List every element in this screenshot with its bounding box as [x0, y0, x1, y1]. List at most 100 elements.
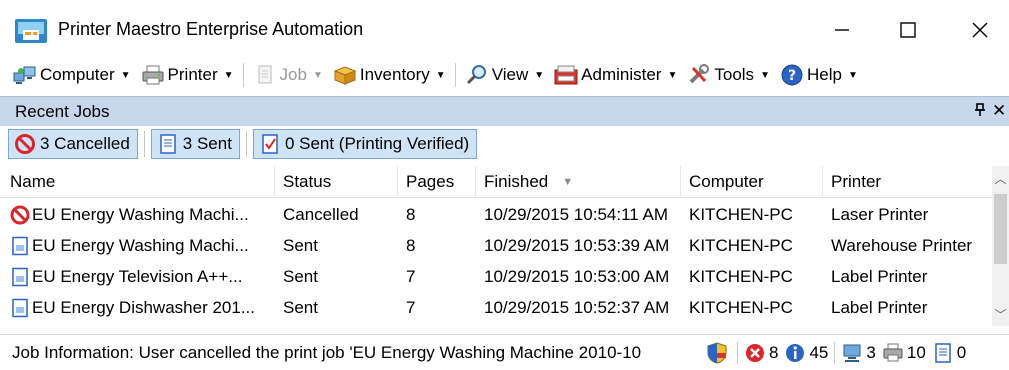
cell-printer: Warehouse Printer [831, 235, 973, 255]
status-documents[interactable]: 0 [932, 342, 966, 364]
scroll-thumb[interactable] [994, 194, 1007, 264]
cell-status: Cancelled [283, 204, 359, 224]
cell-computer: KITCHEN-PC [689, 235, 793, 255]
app-window: Printer Maestro Enterprise Automation Co… [0, 0, 1009, 370]
job-menu[interactable]: Job ▼ [250, 60, 326, 90]
job-name: EU Energy Television A++... [32, 266, 243, 286]
computer-menu-label: Computer [40, 65, 115, 84]
column-header-printer[interactable]: Printer [823, 166, 992, 198]
cancelled-icon [14, 133, 36, 155]
filter-cancelled-label: 3 Cancelled [40, 134, 130, 153]
cell-pages: 7 [406, 266, 416, 286]
filter-verified-button[interactable]: 0 Sent (Printing Verified) [252, 129, 478, 159]
chevron-down-icon: ▼ [760, 69, 770, 81]
chevron-down-icon: ▼ [534, 69, 545, 81]
status-printers[interactable]: 10 [882, 342, 926, 364]
grid-header: Name Status Pages Finished ▼ Computer Pri… [0, 166, 992, 198]
printer-menu-label: Printer [167, 65, 218, 84]
sent-document-icon [10, 236, 30, 256]
cell-pages: 7 [406, 297, 416, 317]
document-count: 0 [956, 343, 967, 362]
maximize-button[interactable] [878, 10, 938, 50]
cell-status: Sent [283, 266, 318, 286]
cell-pages: 8 [406, 235, 416, 255]
filter-separator [143, 131, 145, 157]
printer-menu[interactable]: Printer ▼ [138, 60, 237, 90]
printer-maestro-logo-icon [14, 18, 48, 44]
scroll-up-icon[interactable]: ︿ [992, 170, 1009, 188]
toolbar-separator [242, 63, 244, 87]
window-title: Printer Maestro Enterprise Automation [58, 19, 364, 39]
administer-menu-label: Administer [581, 65, 662, 84]
minimize-button[interactable] [812, 10, 872, 50]
cell-name: EU Energy Washing Machi... [0, 230, 275, 261]
column-header-status[interactable]: Status [275, 166, 398, 198]
help-icon: ? [780, 64, 804, 86]
column-header-printer-label: Printer [831, 172, 882, 191]
main-toolbar: Computer ▼ Printer ▼ Job ▼ Inventory ▼ V… [0, 58, 1009, 92]
filter-cancelled-button[interactable]: 3 Cancelled [8, 129, 138, 159]
grid-vertical-scrollbar[interactable]: ︿ ﹀ [992, 166, 1009, 326]
tools-menu[interactable]: Tools ▼ [684, 60, 773, 90]
error-count: 8 [769, 343, 779, 362]
scroll-down-icon[interactable]: ﹀ [992, 306, 1009, 324]
help-menu[interactable]: ? Help ▼ [777, 60, 861, 90]
column-header-name-label: Name [10, 172, 56, 191]
administer-menu[interactable]: Administer ▼ [551, 60, 680, 90]
column-header-finished[interactable]: Finished ▼ [476, 166, 681, 198]
column-header-name[interactable]: Name [0, 166, 275, 198]
cell-finished: 10/29/2015 10:53:00 AM [484, 266, 670, 286]
computer-menu[interactable]: Computer ▼ [10, 60, 134, 90]
status-shield[interactable] [706, 342, 731, 364]
tools-menu-label: Tools [714, 65, 755, 84]
sent-document-icon [157, 133, 179, 155]
toolbar-separator [454, 63, 456, 87]
status-errors[interactable]: 8 [744, 342, 778, 364]
cell-printer: Laser Printer [831, 204, 929, 224]
cell-name: EU Energy Television A++... [0, 261, 275, 292]
table-row[interactable]: EU Energy Dishwasher 201... Sent 7 10/29… [0, 292, 992, 323]
chevron-down-icon: ▼ [847, 69, 858, 81]
cell-printer: Label Printer [831, 297, 928, 317]
view-menu[interactable]: View ▼ [462, 60, 547, 90]
status-info[interactable]: 45 [784, 342, 828, 364]
sort-descending-icon: ▼ [562, 176, 574, 188]
verified-document-icon [259, 133, 281, 155]
cell-finished: 10/29/2015 10:52:37 AM [484, 297, 670, 317]
inventory-menu[interactable]: Inventory ▼ [330, 60, 449, 90]
column-header-computer[interactable]: Computer [681, 166, 823, 198]
job-menu-label: Job [279, 65, 307, 84]
job-icon [253, 64, 277, 86]
cell-computer: KITCHEN-PC [689, 297, 793, 317]
chevron-down-icon: ▼ [223, 69, 234, 81]
table-row[interactable]: EU Energy Television A++... Sent 7 10/29… [0, 261, 992, 292]
column-header-computer-label: Computer [689, 172, 764, 191]
administer-icon [554, 64, 578, 86]
cell-computer: KITCHEN-PC [689, 204, 793, 224]
pin-icon[interactable] [974, 103, 986, 120]
filter-sent-label: 3 Sent [182, 134, 232, 153]
close-window-button[interactable] [950, 10, 1009, 50]
status-computers[interactable]: 3 [841, 342, 876, 364]
cell-finished: 10/29/2015 10:53:39 AM [484, 235, 670, 255]
filter-separator [245, 131, 247, 157]
pane-close-button[interactable]: ✕ [992, 101, 1006, 121]
table-row[interactable]: EU Energy Washing Machi... Cancelled 8 1… [0, 199, 992, 230]
job-filter-bar: 3 Cancelled 3 Sent 0 Sent (Printing Veri… [0, 126, 1009, 162]
info-count: 45 [809, 343, 829, 362]
filter-sent-button[interactable]: 3 Sent [150, 129, 240, 159]
pane-title: Recent Jobs [15, 102, 110, 121]
printer-count: 10 [906, 343, 926, 362]
title-bar[interactable]: Printer Maestro Enterprise Automation [0, 0, 1009, 58]
column-header-status-label: Status [283, 172, 332, 191]
tools-icon [687, 64, 711, 86]
cell-finished: 10/29/2015 10:54:11 AM [484, 204, 669, 224]
table-row[interactable]: EU Energy Washing Machi... Sent 8 10/29/… [0, 230, 992, 261]
magnifier-icon [465, 64, 489, 86]
cell-name: EU Energy Dishwasher 201... [0, 292, 275, 323]
error-icon [744, 342, 766, 364]
chevron-down-icon: ▼ [120, 69, 131, 81]
status-counters: 8 45 3 10 0 [706, 339, 972, 367]
column-header-pages[interactable]: Pages [398, 166, 476, 198]
job-information-message: Job Information: User cancelled the prin… [12, 343, 642, 362]
